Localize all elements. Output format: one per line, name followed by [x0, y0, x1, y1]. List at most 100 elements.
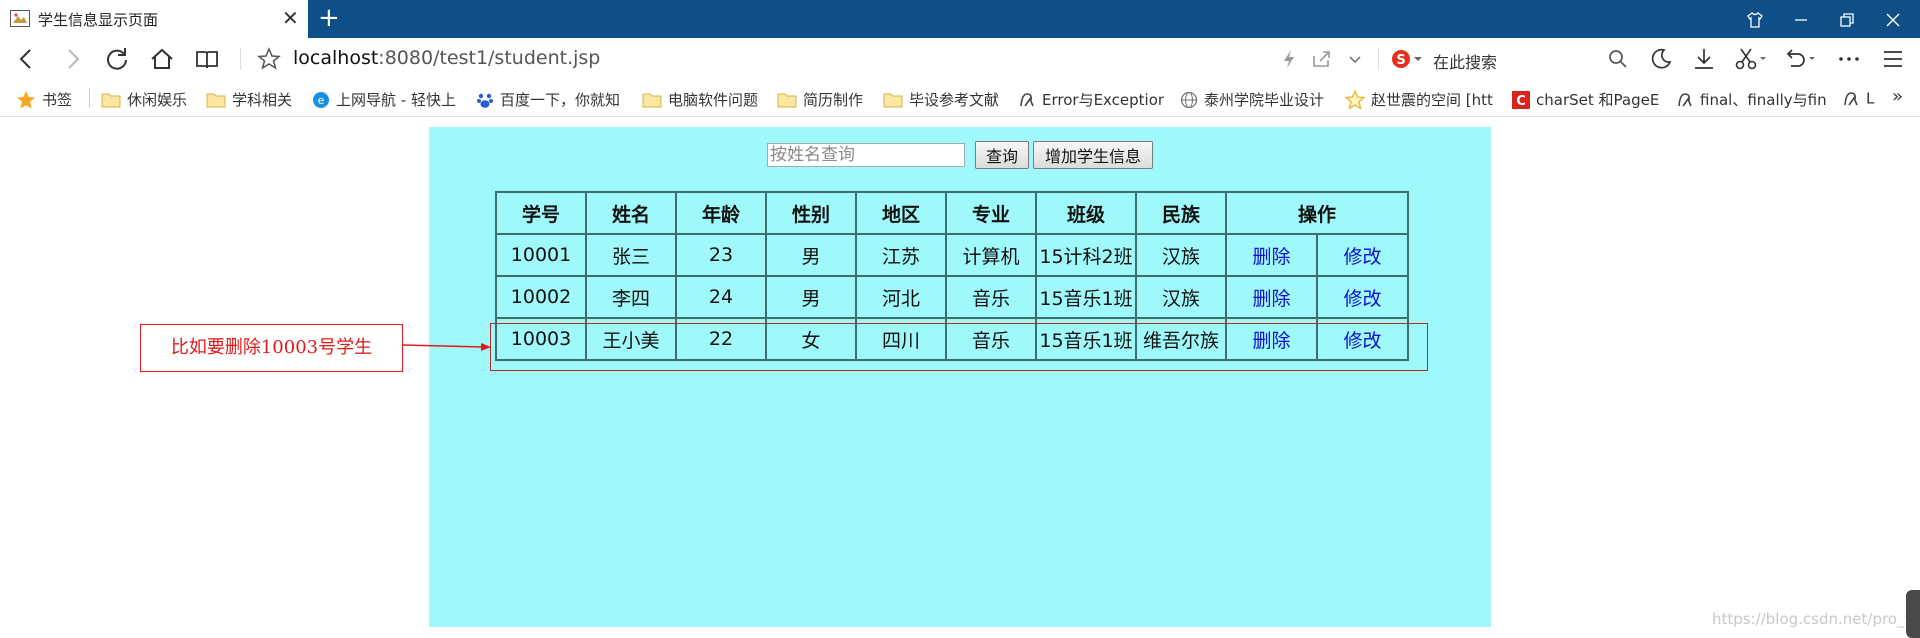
bookmark-label: L	[1866, 89, 1875, 108]
bookmark-item[interactable]: CcharSet 和PageE	[1512, 89, 1660, 109]
ie-icon: e	[313, 91, 329, 108]
column-header: 班级	[1035, 191, 1137, 235]
refresh-icon[interactable]	[104, 46, 130, 72]
scissors-icon[interactable]	[1733, 46, 1767, 72]
cell-gender: 女	[765, 317, 857, 361]
bookmarks-more-button[interactable]: »	[1892, 86, 1903, 106]
bookmark-label: 泰州学院毕业设计	[1204, 91, 1325, 109]
sogou-search-engine-icon[interactable]: S	[1390, 46, 1424, 72]
cell-name: 王小美	[585, 317, 677, 361]
folder-icon	[206, 93, 226, 107]
search-box-placeholder[interactable]: 在此搜索	[1433, 49, 1497, 73]
delete-link[interactable]: 删除	[1252, 246, 1290, 268]
edit-link[interactable]: 修改	[1343, 246, 1381, 268]
scrollbar-thumb[interactable]	[1906, 590, 1920, 638]
bookmark-label: 百度一下，你就知	[500, 91, 621, 109]
bookmark-label: 书签	[42, 91, 73, 109]
home-icon[interactable]	[149, 46, 175, 72]
query-button[interactable]: 查询	[975, 141, 1029, 169]
title-bar: 学生信息显示页面 ✕ +	[0, 0, 1920, 38]
bookmark-item[interactable]: 赵世震的空间 [htt	[1345, 89, 1495, 109]
annotation-callout: 比如要删除10003号学生	[140, 324, 403, 372]
bookmark-label: 赵世震的空间 [htt	[1371, 91, 1493, 109]
tab-close-icon[interactable]: ✕	[282, 7, 299, 29]
new-tab-button[interactable]: +	[318, 4, 340, 32]
cell-region: 江苏	[855, 233, 947, 277]
edit-link[interactable]: 修改	[1343, 330, 1381, 352]
column-header: 地区	[855, 191, 947, 235]
cell-delete: 删除	[1225, 233, 1318, 277]
close-window-button[interactable]	[1870, 0, 1916, 38]
folder-icon	[101, 93, 121, 107]
bookmark-item[interactable]: 泰州学院毕业设计	[1180, 89, 1330, 109]
cell-edit: 修改	[1316, 275, 1409, 319]
c-red-icon: C	[1512, 90, 1530, 109]
reading-mode-icon[interactable]	[194, 46, 220, 72]
more-icon[interactable]	[1836, 46, 1862, 72]
delete-link[interactable]: 删除	[1252, 330, 1290, 352]
edit-link[interactable]: 修改	[1343, 288, 1381, 310]
bookmark-item[interactable]: 毕设参考文献	[883, 89, 999, 109]
column-header: 年龄	[675, 191, 767, 235]
student-table: 学号 姓名 年龄 性别 地区 专业 班级 民族 操作 10001 张三 23 男…	[495, 191, 1409, 361]
chevron-down-icon[interactable]	[1342, 46, 1368, 72]
minimize-button[interactable]	[1778, 0, 1824, 38]
bookmark-item[interactable]: 电脑软件问题	[642, 89, 758, 109]
forward-icon[interactable]	[59, 46, 85, 72]
restore-button[interactable]	[1824, 0, 1870, 38]
bookmark-item[interactable]: 简历制作	[777, 89, 863, 109]
bookmark-item[interactable]: 休闲娱乐	[101, 89, 187, 109]
shirt-skin-icon[interactable]	[1732, 0, 1778, 38]
bookmark-label: charSet 和PageE	[1536, 91, 1660, 109]
bookmark-item[interactable]: 书签	[16, 89, 72, 109]
cell-major: 音乐	[945, 317, 1037, 361]
bookmark-item[interactable]: L	[1842, 89, 1882, 109]
download-icon[interactable]	[1691, 46, 1717, 72]
bookmark-label: 电脑软件问题	[668, 91, 759, 109]
cell-region: 河北	[855, 275, 947, 319]
bookmark-label: 休闲娱乐	[127, 91, 188, 109]
nav-divider	[1378, 48, 1379, 70]
page-favicon-icon	[10, 10, 30, 27]
baidu-icon	[477, 93, 493, 108]
night-mode-icon[interactable]	[1648, 46, 1674, 72]
nav-divider	[240, 48, 241, 70]
folder-icon	[777, 93, 797, 107]
undo-icon[interactable]	[1782, 46, 1816, 72]
cell-ethnicity: 维吾尔族	[1135, 317, 1227, 361]
share-icon[interactable]	[1308, 46, 1334, 72]
cell-major: 音乐	[945, 275, 1037, 319]
cell-age: 22	[675, 317, 767, 361]
address-bar[interactable]: localhost:8080/test1/student.jsp	[293, 47, 600, 69]
name-search-input[interactable]	[767, 143, 965, 167]
cell-id: 10002	[495, 275, 587, 319]
cell-age: 24	[675, 275, 767, 319]
bookmark-item[interactable]: 学科相关	[206, 89, 292, 109]
bookmark-item[interactable]: 百度一下，你就知	[476, 89, 624, 109]
folder-icon	[642, 93, 662, 107]
address-host: localhost	[293, 47, 379, 69]
table-row: 10001 张三 23 男 江苏 计算机 15计科2班 汉族 删除 修改	[495, 233, 1409, 277]
browser-tab[interactable]: 学生信息显示页面 ✕	[0, 0, 308, 38]
back-icon[interactable]	[14, 46, 40, 72]
tab-title: 学生信息显示页面	[38, 11, 159, 29]
table-row: 10003 王小美 22 女 四川 音乐 15音乐1班 维吾尔族 删除 修改	[495, 317, 1409, 361]
favorite-star-icon[interactable]	[256, 46, 282, 72]
globe-icon	[1180, 91, 1198, 108]
bookmark-separator	[89, 88, 90, 108]
csdn-icon	[1678, 92, 1692, 106]
svg-text:S: S	[1396, 53, 1405, 68]
folder-icon	[883, 93, 903, 107]
search-icon[interactable]	[1605, 46, 1631, 72]
bookmark-item[interactable]: e 上网导航 - 轻快上	[312, 89, 462, 109]
add-student-button[interactable]: 增加学生信息	[1033, 141, 1153, 169]
delete-link[interactable]: 删除	[1252, 288, 1290, 310]
cell-name: 张三	[585, 233, 677, 277]
column-header: 专业	[945, 191, 1037, 235]
cell-edit: 修改	[1316, 233, 1409, 277]
bookmark-item[interactable]: Error与Exception	[1018, 89, 1164, 109]
lightning-icon[interactable]	[1276, 46, 1302, 72]
menu-icon[interactable]	[1880, 46, 1906, 72]
address-path: :8080/test1/student.jsp	[378, 47, 601, 69]
bookmark-item[interactable]: final、finally与fin	[1676, 89, 1826, 109]
